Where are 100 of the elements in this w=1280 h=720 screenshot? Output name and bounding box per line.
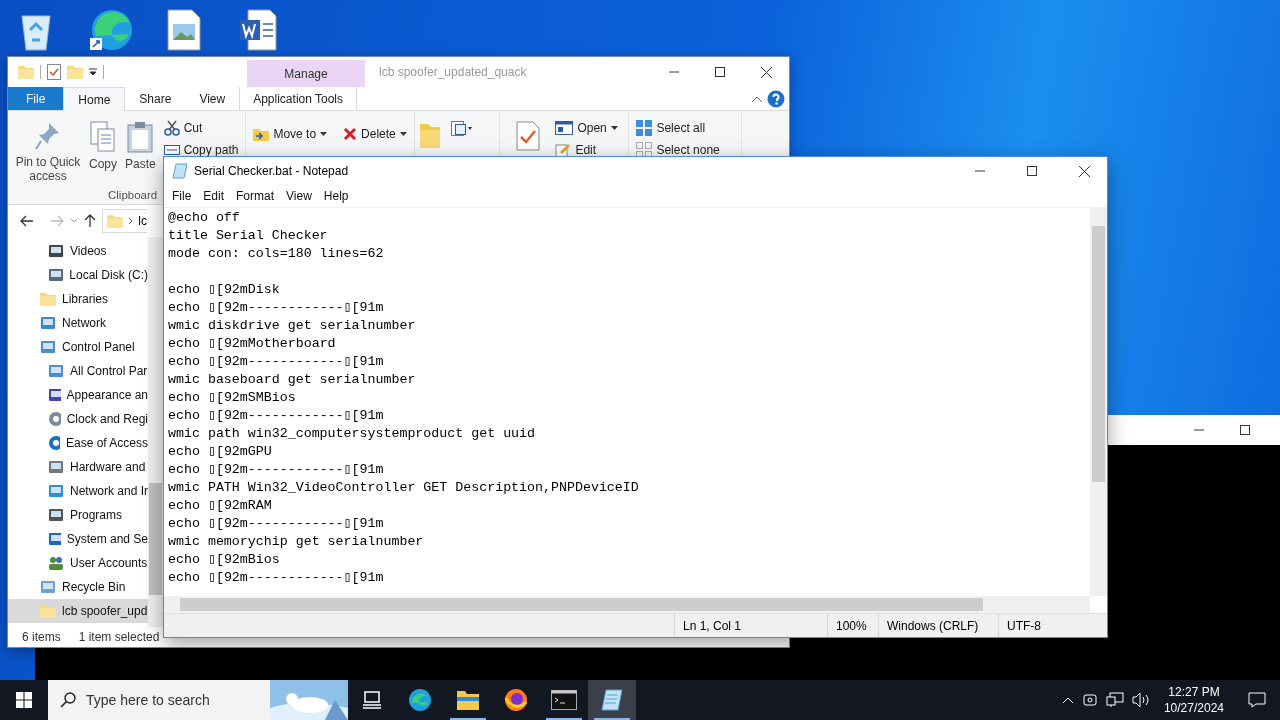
- search-icon: [60, 692, 76, 708]
- notification-icon[interactable]: [1248, 692, 1266, 708]
- collapse-ribbon-icon[interactable]: [751, 94, 763, 103]
- tree-item[interactable]: lcb spoofer_upd: [8, 599, 148, 623]
- code-line: echo ▯[92m------------▯[91m: [168, 353, 385, 371]
- ribbon-tab[interactable]: View: [185, 87, 240, 110]
- ribbon-button[interactable]: Pin to Quick access: [12, 115, 84, 189]
- tree-item[interactable]: Libraries: [8, 287, 148, 311]
- ribbon-button[interactable]: Move to: [250, 125, 331, 143]
- firefox-icon[interactable]: [504, 688, 528, 712]
- folder-arrow-icon: [253, 126, 270, 142]
- clock-date[interactable]: 10/27/2024: [1163, 700, 1224, 716]
- chevron-up-icon[interactable]: [1061, 696, 1074, 704]
- tree-item[interactable]: Programs: [8, 503, 148, 527]
- code-line: title Serial Checker: [168, 227, 329, 245]
- image-file-icon[interactable]: [166, 8, 202, 52]
- ribbon-button[interactable]: Open: [552, 119, 621, 137]
- ribbon-button[interactable]: Cut: [160, 119, 242, 137]
- status-text: 1 item selected: [78, 630, 160, 644]
- chevron-down-icon[interactable]: [70, 218, 78, 224]
- search-field[interactable]: Type here to search: [48, 680, 348, 720]
- scissors-icon: [163, 120, 180, 136]
- code-line: echo ▯[92m------------▯[91m: [168, 569, 385, 587]
- status-text: 6 items: [22, 630, 61, 644]
- code-line: wmic memorychip get serialnumber: [168, 533, 425, 551]
- ribbon-button[interactable]: Paste: [122, 115, 159, 189]
- ribbon-tab[interactable]: Share: [125, 87, 186, 110]
- users-icon: [48, 555, 64, 571]
- delete-icon: [343, 127, 358, 141]
- status-text: 100%: [827, 614, 878, 637]
- properties-icon[interactable]: [47, 64, 61, 80]
- code-line: wmic path win32_computersystemproduct get uuid: [168, 425, 537, 443]
- folder-icon: [40, 604, 56, 618]
- maximize-icon[interactable]: [1027, 166, 1037, 176]
- menu-item[interactable]: Edit: [197, 189, 231, 203]
- tree-item[interactable]: Recycle Bin: [8, 575, 148, 599]
- new-item-icon[interactable]: [451, 121, 474, 137]
- tree-item[interactable]: Network and Ir: [8, 479, 148, 503]
- ribbon-button[interactable]: Select all: [633, 119, 738, 137]
- maximize-icon[interactable]: [1240, 425, 1250, 435]
- back-arrow-icon[interactable]: [20, 215, 34, 227]
- tree-item[interactable]: Hardware and: [8, 455, 148, 479]
- window-title: lcb spoofer_updated_quack: [379, 65, 528, 79]
- volume-icon[interactable]: [1131, 692, 1150, 708]
- menu-item[interactable]: File: [166, 189, 198, 203]
- camera-icon[interactable]: [1081, 692, 1098, 708]
- close-icon[interactable]: [760, 66, 772, 78]
- menu-item[interactable]: View: [280, 189, 318, 203]
- tree-item[interactable]: User Accounts: [8, 551, 148, 575]
- address-bar[interactable]: lc: [102, 209, 147, 233]
- ribbon-tab[interactable]: Home: [63, 87, 126, 111]
- ribbon-tab[interactable]: Application Tools: [239, 87, 358, 110]
- dropdown-icon[interactable]: [89, 68, 97, 76]
- code-line: echo ▯[92mBios: [168, 551, 281, 569]
- status-text: UTF-8: [998, 614, 1107, 637]
- tree-item[interactable]: All Control Par: [8, 359, 148, 383]
- scrollbar[interactable]: [1090, 208, 1107, 596]
- terminal-icon[interactable]: [551, 690, 577, 710]
- ribbon-button[interactable]: Delete: [340, 125, 410, 143]
- notepad-icon[interactable]: [600, 689, 624, 711]
- tree-item[interactable]: Network: [8, 311, 148, 335]
- ribbon-button[interactable]: Copy path: [160, 141, 242, 159]
- tree-item[interactable]: Appearance an: [8, 383, 148, 407]
- clipboard-icon: [127, 121, 154, 153]
- ribbon-tab[interactable]: File: [8, 87, 64, 110]
- code-line: echo ▯[92m------------▯[91m: [168, 515, 385, 533]
- ribbon-button[interactable]: Select none: [633, 141, 738, 159]
- new-folder-icon: [67, 65, 83, 79]
- status-text: Windows (CRLF): [878, 614, 998, 637]
- tree-item[interactable]: Ease of Access: [8, 431, 148, 455]
- select-none-icon: [636, 142, 653, 158]
- menu-item[interactable]: Format: [230, 189, 281, 203]
- task-view-icon[interactable]: [362, 691, 382, 709]
- tree-item[interactable]: Videos: [8, 239, 148, 263]
- file-explorer-icon[interactable]: [456, 689, 480, 711]
- edge-shortcut-icon[interactable]: [88, 8, 132, 52]
- clock-time[interactable]: 12:27 PM: [1168, 684, 1220, 700]
- help-icon[interactable]: [767, 89, 785, 108]
- edge-icon[interactable]: [408, 688, 432, 712]
- folder-icon: [107, 214, 123, 228]
- ribbon-button[interactable]: Copy: [86, 115, 120, 189]
- scrollbar[interactable]: [164, 596, 1090, 613]
- close-icon[interactable]: [1078, 165, 1090, 177]
- tree-item[interactable]: Clock and Regi: [8, 407, 148, 431]
- code-line: echo ▯[92m------------▯[91m: [168, 461, 385, 479]
- tree-item[interactable]: Local Disk (C:): [8, 263, 148, 287]
- scrollbar[interactable]: [148, 237, 163, 627]
- word-document-icon[interactable]: [238, 8, 278, 52]
- menu-item[interactable]: Help: [317, 189, 355, 203]
- code-line: echo ▯[92m------------▯[91m: [168, 407, 385, 425]
- tree-item[interactable]: System and Se: [8, 527, 148, 551]
- maximize-icon[interactable]: [715, 67, 725, 77]
- tree-item[interactable]: Control Panel: [8, 335, 148, 359]
- code-line: echo ▯[92mDisk: [168, 281, 281, 299]
- up-arrow-icon[interactable]: [84, 214, 96, 228]
- code-line: echo ▯[92m------------▯[91m: [168, 299, 385, 317]
- code-line: wmic diskdrive get serialnumber: [168, 317, 417, 335]
- code-line: echo ▯[92mSMBios: [168, 389, 297, 407]
- properties-icon[interactable]: [516, 121, 541, 151]
- windows-logo-icon[interactable]: [16, 692, 32, 708]
